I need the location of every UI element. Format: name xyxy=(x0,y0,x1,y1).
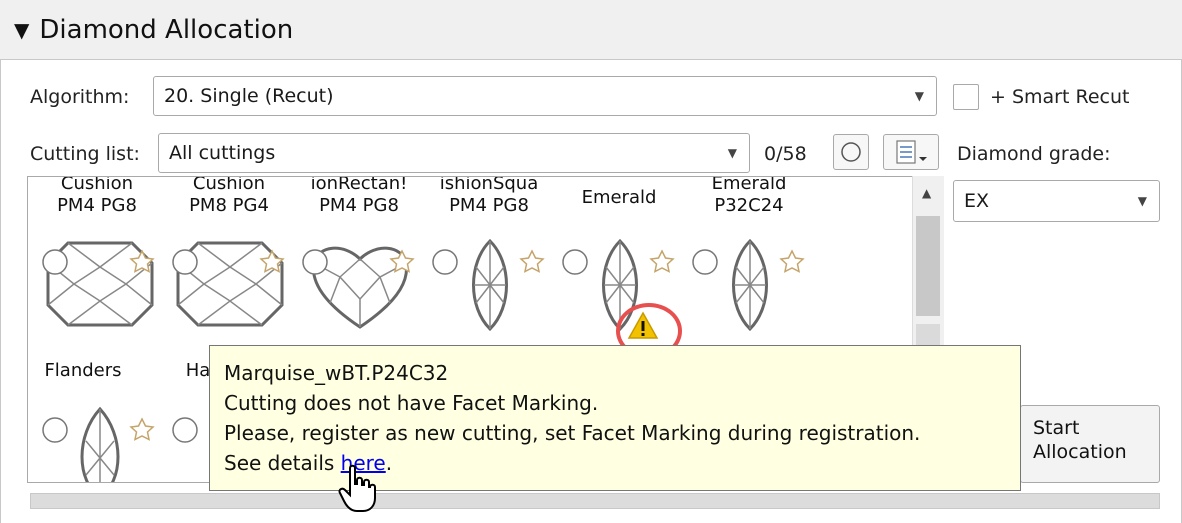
radio-circle-icon[interactable] xyxy=(172,249,198,275)
tooltip-message: Cutting does not have Facet Marking. xyxy=(224,391,599,415)
diamond-grade-select-value: EX xyxy=(964,190,990,212)
cutting-item-label: ionRectan! PM4 PG8 xyxy=(310,176,408,216)
cutting-count: 0/58 xyxy=(764,143,807,165)
star-icon[interactable] xyxy=(649,249,675,273)
radio-circle-icon[interactable] xyxy=(692,249,718,275)
start-allocation-button[interactable]: Start Allocation xyxy=(1020,405,1160,483)
algorithm-label: Algorithm: xyxy=(30,86,130,108)
scrollbar-thumb[interactable] xyxy=(916,216,940,316)
progress-bar xyxy=(30,493,1160,509)
cutting-list-select-value: All cuttings xyxy=(169,142,276,164)
scroll-up-icon[interactable]: ▲ xyxy=(922,186,931,200)
chevron-down-icon: ▼ xyxy=(1137,194,1147,208)
list-icon xyxy=(896,140,927,164)
pear-gem-item[interactable] xyxy=(40,405,160,483)
star-icon[interactable] xyxy=(519,249,545,273)
cutting-item-label: Flanders xyxy=(44,360,122,381)
cushion-gem-item[interactable] xyxy=(170,237,290,332)
start-allocation-label-1: Start xyxy=(1033,417,1080,439)
algorithm-select-value: 20. Single (Recut) xyxy=(164,85,334,107)
star-icon[interactable] xyxy=(389,249,415,273)
radio-circle-icon[interactable] xyxy=(42,249,68,275)
smart-recut-label: + Smart Recut xyxy=(990,86,1130,108)
hand-cursor-icon xyxy=(338,464,376,512)
start-allocation-label-2: Allocation xyxy=(1033,441,1127,463)
marquise-gem-item[interactable] xyxy=(690,237,810,332)
warning-icon[interactable] xyxy=(627,311,659,341)
marquise-gem-item[interactable] xyxy=(430,237,550,332)
radio-circle-icon[interactable] xyxy=(302,249,328,275)
smart-recut-checkbox[interactable] xyxy=(953,84,979,110)
list-options-button[interactable] xyxy=(883,134,939,170)
warning-tooltip: Marquise_wBT.P24C32 Cutting does not hav… xyxy=(209,345,1021,491)
cutting-list-select[interactable]: All cuttings ▼ xyxy=(158,133,750,173)
cushion-gem-item[interactable] xyxy=(40,237,160,332)
heart-gem-item[interactable] xyxy=(300,237,420,332)
chevron-down-icon: ▼ xyxy=(727,146,737,160)
cutting-item-label: Emerald P32C24 xyxy=(711,176,787,216)
radio-circle-icon[interactable] xyxy=(432,249,458,275)
cutting-item-label: Cushion PM8 PG4 xyxy=(189,176,269,216)
select-all-button[interactable] xyxy=(833,134,869,170)
star-icon[interactable] xyxy=(129,249,155,273)
diamond-allocation-panel: ▼ Diamond Allocation Algorithm: 20. Sing… xyxy=(0,0,1182,523)
chevron-down-icon: ▼ xyxy=(914,89,924,103)
diamond-grade-select[interactable]: EX ▼ xyxy=(953,180,1160,222)
star-icon[interactable] xyxy=(259,249,285,273)
radio-circle-icon[interactable] xyxy=(172,417,198,443)
cutting-item-label: ishionSqua PM4 PG8 xyxy=(439,176,539,216)
cutting-list-label: Cutting list: xyxy=(30,143,140,165)
radio-circle-icon[interactable] xyxy=(562,249,588,275)
tooltip-cutting-name: Marquise_wBT.P24C32 xyxy=(224,361,449,385)
tooltip-instruction: Please, register as new cutting, set Fac… xyxy=(224,421,921,445)
panel-header[interactable]: ▼ Diamond Allocation xyxy=(0,0,1182,60)
collapse-triangle-icon[interactable]: ▼ xyxy=(14,18,29,42)
radio-circle-icon xyxy=(841,142,861,162)
panel-title: Diamond Allocation xyxy=(39,14,294,45)
star-icon[interactable] xyxy=(779,249,805,273)
radio-circle-icon[interactable] xyxy=(42,417,68,443)
algorithm-select[interactable]: 20. Single (Recut) ▼ xyxy=(153,76,937,116)
diamond-grade-label: Diamond grade: xyxy=(957,143,1111,165)
star-icon[interactable] xyxy=(129,417,155,441)
cutting-item-label: Emerald xyxy=(581,187,657,208)
cutting-item-label: Cushion PM4 PG8 xyxy=(57,176,137,216)
